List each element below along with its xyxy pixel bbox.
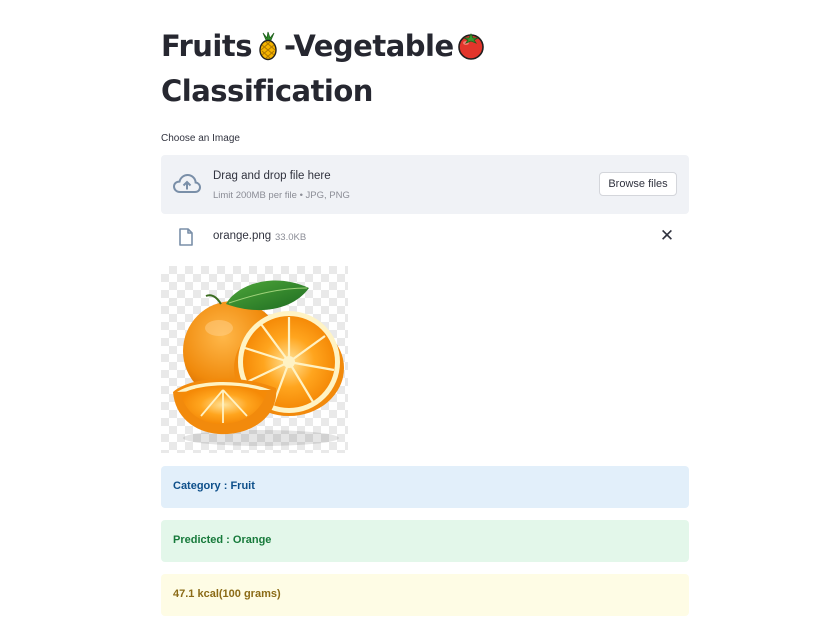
title-part-2: -Vegetable [283, 29, 454, 63]
dropzone-instructions: Drag and drop file here [213, 170, 331, 182]
pineapple-icon [253, 31, 283, 71]
cloud-upload-icon [172, 173, 202, 200]
file-dropzone[interactable]: Drag and drop file here Limit 200MB per … [161, 155, 689, 214]
page-title: Fruits -Vegetable Classification [161, 26, 561, 111]
uploaded-file-size: 33.0KB [275, 232, 307, 243]
title-line-2: Classification [161, 74, 373, 108]
category-info-alert: Category : Fruit [161, 466, 689, 508]
calories-text: 47.1 kcal(100 grams) [173, 588, 281, 600]
category-text: Category : Fruit [173, 480, 255, 492]
uploaded-file-name: orange.png [213, 230, 272, 242]
tomato-icon [455, 29, 487, 71]
prediction-success-alert: Predicted : Orange [161, 520, 689, 562]
uploader-label: Choose an Image [161, 133, 240, 144]
prediction-text: Predicted : Orange [173, 534, 272, 546]
close-icon: ✕ [659, 226, 675, 245]
uploaded-file-item: orange.png 33.0KB ✕ [161, 222, 689, 250]
browse-files-button[interactable]: Browse files [599, 172, 677, 196]
remove-file-button[interactable]: ✕ [657, 226, 677, 246]
orange-image [173, 280, 344, 446]
file-icon [179, 228, 193, 251]
dropzone-limit-text: Limit 200MB per file • JPG, PNG [213, 190, 350, 201]
uploaded-image [161, 266, 348, 453]
title-part-1: Fruits [161, 29, 252, 63]
calories-warning-alert: 47.1 kcal(100 grams) [161, 574, 689, 616]
